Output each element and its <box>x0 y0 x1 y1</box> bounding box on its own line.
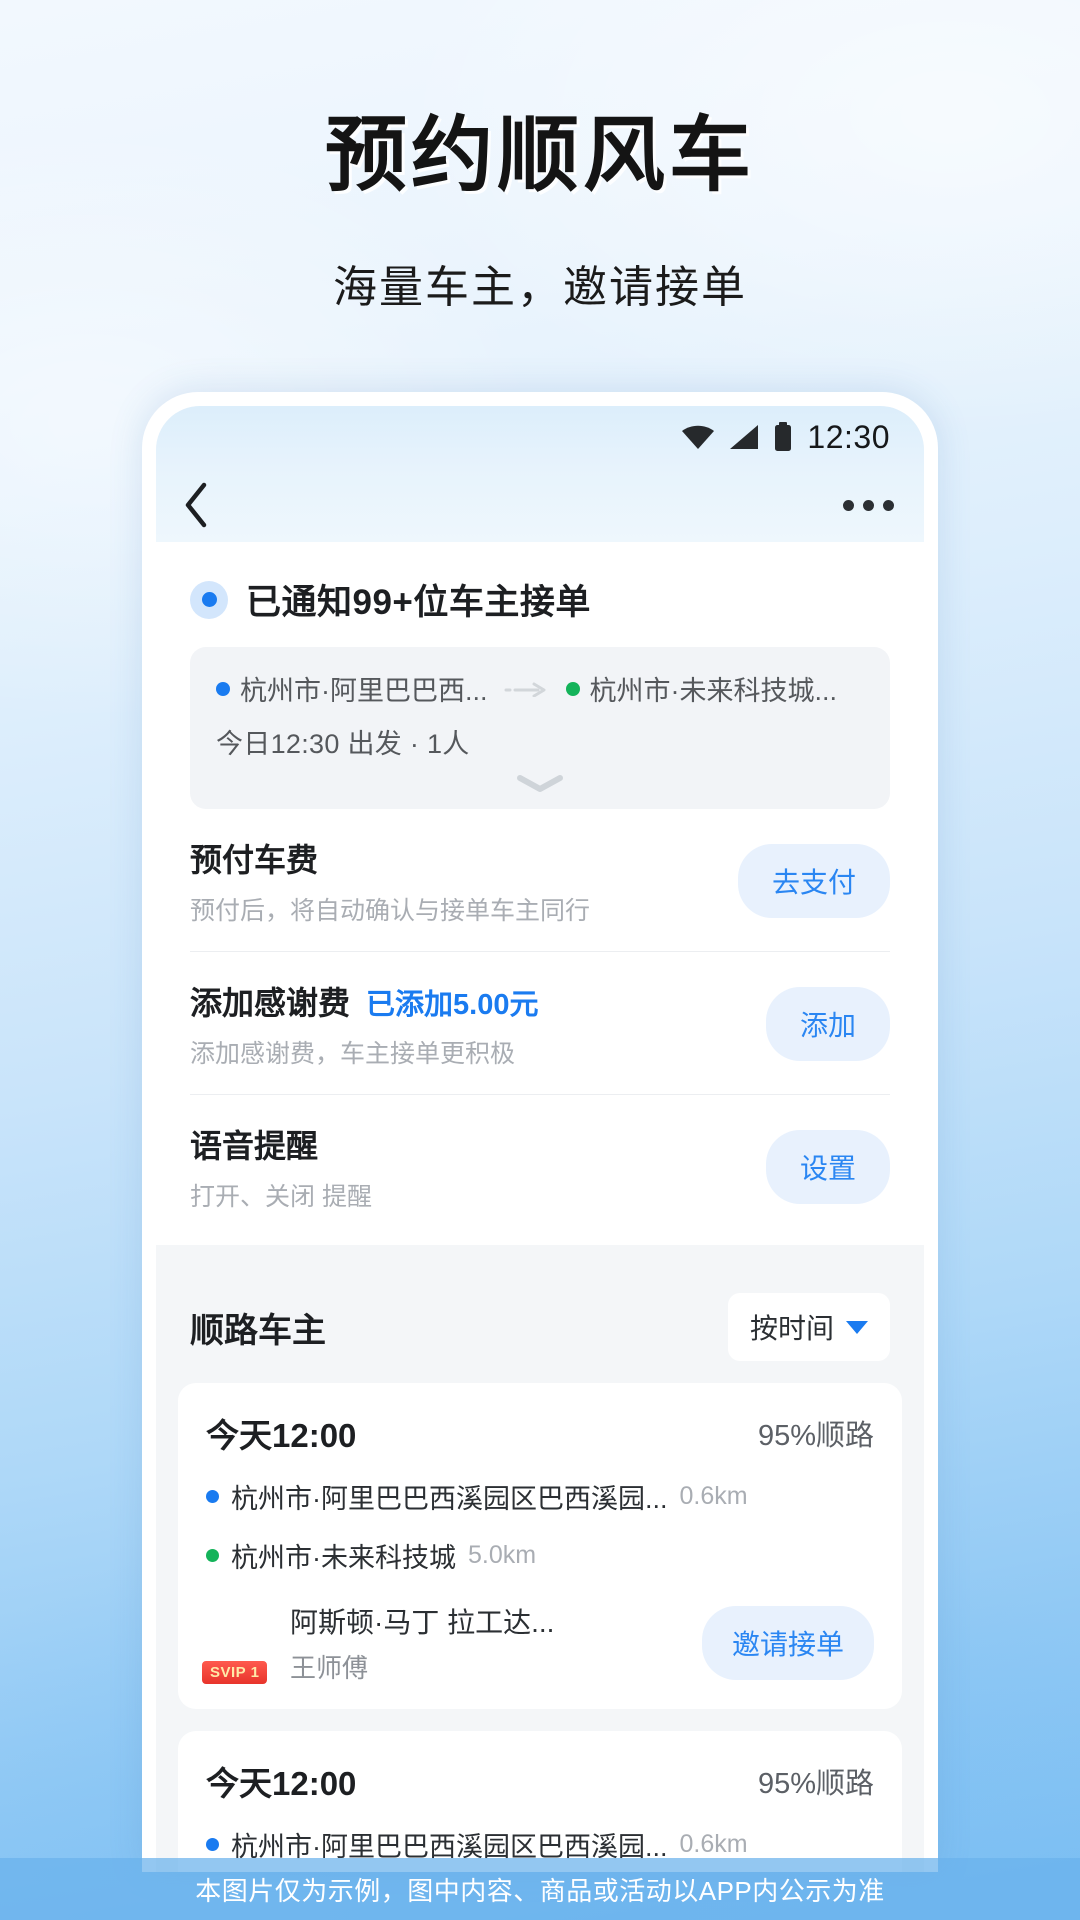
fee-left: 添加感谢费 已添加5.00元 添加感谢费，车主接单更积极 <box>190 978 538 1070</box>
driver-match-rate: 95%顺路 <box>757 1768 874 1800</box>
driver-text: 阿斯顿·马丁 拉工达... 王师傅 <box>290 1601 554 1685</box>
section-divider <box>156 1245 924 1263</box>
driver-car-model: 阿斯顿·马丁 拉工达... <box>290 1607 555 1638</box>
status-time: 12:30 <box>807 418 890 455</box>
status-bar: 12:30 <box>156 406 924 468</box>
caret-down-icon <box>846 1320 868 1334</box>
wifi-icon <box>681 424 715 450</box>
invite-button[interactable]: 邀请接单 <box>701 1606 874 1680</box>
route-arrow-icon <box>504 681 550 697</box>
fee-title-line: 语音提醒 <box>190 1121 372 1167</box>
driver-list: 今天12:00 95%顺路 杭州市·阿里巴巴西溪园区巴西溪园... 0.6km … <box>156 1383 924 1872</box>
route-endpoints: 杭州市·阿里巴巴西... 杭州市·未来科技城... <box>216 669 864 708</box>
driver-origin-distance: 0.6km <box>679 1482 748 1510</box>
fee-row-voice: 语音提醒 打开、关闭 提醒 设置 <box>190 1095 890 1237</box>
phone-mockup: 12:30 已通知99+位车主接单 杭州市·阿里巴巴西... 杭州市·未来科技城… <box>142 392 938 1872</box>
fee-title: 预付车费 <box>190 842 319 878</box>
route-meta: 今日12:30 出发 · 1人 <box>216 729 470 759</box>
driver-destination: 杭州市·未来科技城 <box>231 1543 456 1573</box>
voice-settings-button[interactable]: 设置 <box>765 1130 890 1204</box>
origin-dot-icon <box>206 1490 219 1503</box>
fee-title: 添加感谢费 <box>190 985 351 1021</box>
pay-button[interactable]: 去支付 <box>737 844 890 918</box>
notify-banner: 已通知99+位车主接单 <box>190 568 890 647</box>
more-dots-icon[interactable] <box>843 499 894 511</box>
fee-row-prepay: 预付车费 预付后，将自动确认与接单车主同行 去支付 <box>190 809 890 952</box>
signal-icon <box>729 424 759 450</box>
fee-title-line: 添加感谢费 已添加5.00元 <box>190 978 538 1024</box>
driver-card[interactable]: 今天12:00 95%顺路 杭州市·阿里巴巴西溪园区巴西溪园... 0.6km … <box>178 1731 902 1872</box>
driver-origin-row: 杭州市·阿里巴巴西溪园区巴西溪园... 0.6km <box>206 1477 874 1516</box>
driver-identity: SVIP 1 阿斯顿·马丁 拉工达... 王师傅 <box>200 1601 554 1686</box>
destination-dot-icon <box>206 1549 219 1562</box>
driver-destination-row: 杭州市·未来科技城 5.0km <box>206 1536 874 1575</box>
fee-desc: 打开、关闭 提醒 <box>190 1183 372 1211</box>
page-subtitle: 海量车主，邀请接单 <box>333 263 747 312</box>
fee-desc: 预付后，将自动确认与接单车主同行 <box>190 897 591 925</box>
driver-name: 王师傅 <box>290 1653 369 1683</box>
status-dot-icon <box>190 580 228 619</box>
route-destination: 杭州市·未来科技城... <box>589 676 838 706</box>
order-sheet: 已通知99+位车主接单 杭州市·阿里巴巴西... 杭州市·未来科技城... 今日… <box>156 542 924 1245</box>
notify-text: 已通知99+位车主接单 <box>246 583 591 622</box>
origin-dot-icon <box>216 681 230 696</box>
drivers-section-header: 顺路车主 按时间 <box>156 1263 924 1383</box>
chevron-down-icon[interactable] <box>514 773 566 793</box>
driver-depart-time: 今天12:00 <box>206 1417 357 1454</box>
driver-origin-distance: 0.6km <box>679 1830 748 1858</box>
driver-match-rate: 95%顺路 <box>757 1420 874 1452</box>
add-tip-button[interactable]: 添加 <box>765 987 890 1061</box>
back-chevron-icon[interactable] <box>182 482 210 528</box>
fee-left: 语音提醒 打开、关闭 提醒 <box>190 1121 372 1213</box>
page-title: 预约顺风车 <box>324 110 755 201</box>
fee-desc: 添加感谢费，车主接单更积极 <box>190 1040 516 1068</box>
phone-screen: 12:30 已通知99+位车主接单 杭州市·阿里巴巴西... 杭州市·未来科技城… <box>156 406 924 1872</box>
driver-destination-distance: 5.0km <box>468 1541 537 1569</box>
sort-dropdown[interactable]: 按时间 <box>727 1293 890 1361</box>
app-navbar <box>156 468 924 542</box>
driver-depart-time: 今天12:00 <box>206 1765 357 1802</box>
driver-card-footer: SVIP 1 阿斯顿·马丁 拉工达... 王师傅 邀请接单 <box>200 1601 874 1686</box>
route-origin: 杭州市·阿里巴巴西... <box>240 676 488 706</box>
origin-dot-icon <box>206 1838 219 1851</box>
footer-disclaimer: 本图片仅为示例，图中内容、商品或活动以APP内公示为准 <box>0 1858 1080 1920</box>
svip-badge: SVIP 1 <box>200 1659 270 1686</box>
fee-left: 预付车费 预付后，将自动确认与接单车主同行 <box>190 835 590 927</box>
sort-label: 按时间 <box>749 1313 834 1344</box>
driver-card-header: 今天12:00 95%顺路 <box>206 1409 874 1457</box>
avatar: SVIP 1 <box>200 1610 272 1686</box>
battery-icon <box>773 422 793 452</box>
route-card[interactable]: 杭州市·阿里巴巴西... 杭州市·未来科技城... 今日12:30 出发 · 1… <box>190 647 890 809</box>
drivers-section-title: 顺路车主 <box>190 1311 326 1350</box>
fee-title-line: 预付车费 <box>190 835 590 881</box>
fee-title: 语音提醒 <box>190 1128 319 1164</box>
driver-origin: 杭州市·阿里巴巴西溪园区巴西溪园... <box>231 1484 668 1514</box>
fee-highlight: 已添加5.00元 <box>366 989 539 1021</box>
hero-section: 预约顺风车 海量车主，邀请接单 <box>0 0 1080 315</box>
driver-card[interactable]: 今天12:00 95%顺路 杭州市·阿里巴巴西溪园区巴西溪园... 0.6km … <box>178 1383 902 1709</box>
destination-dot-icon <box>565 681 580 696</box>
driver-card-header: 今天12:00 95%顺路 <box>206 1757 874 1805</box>
fee-row-tip: 添加感谢费 已添加5.00元 添加感谢费，车主接单更积极 添加 <box>190 952 890 1095</box>
fee-list: 预付车费 预付后，将自动确认与接单车主同行 去支付 添加感谢费 已添加5.00元… <box>190 809 890 1245</box>
